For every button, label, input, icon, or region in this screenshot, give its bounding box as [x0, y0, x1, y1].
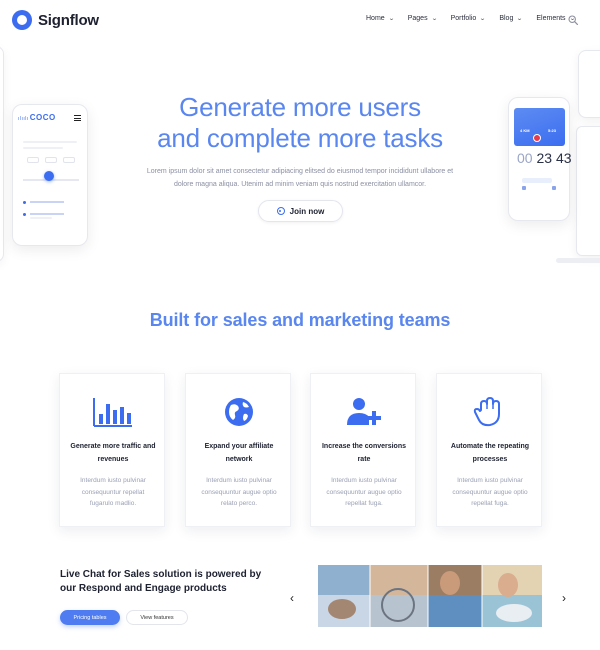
chevron-down-icon: ⌄	[516, 16, 524, 22]
chip	[63, 157, 75, 163]
feature-card-text: Interdum iusto pulvinar consequuntur rep…	[80, 477, 146, 507]
brand-name: Signflow	[38, 11, 99, 29]
logo-icon	[12, 10, 32, 30]
nav-item-blog[interactable]: Blog ⌄	[499, 15, 524, 22]
hand-icon	[473, 397, 500, 427]
placeholder-line	[30, 213, 64, 215]
feature-card-text: Interdum iusto pulvinar consequuntur aug…	[326, 477, 402, 507]
nav-item-home[interactable]: Home ⌄	[366, 15, 394, 22]
chevron-down-icon: ⌄	[479, 16, 487, 22]
feature-card-text: Interdum iusto pulvinar consequuntur aug…	[201, 477, 277, 507]
chip	[45, 157, 57, 163]
chevron-down-icon: ⌄	[387, 16, 395, 22]
nav-item-pages[interactable]: Pages ⌄	[407, 15, 438, 22]
feature-card-conversions: Increase the conversions rate Interdum i…	[310, 373, 416, 527]
search-icon[interactable]	[568, 15, 578, 25]
bullet-dot	[23, 201, 26, 204]
chevron-down-icon: ⌄	[430, 16, 438, 22]
pricing-tables-button[interactable]: Pricing tables	[60, 610, 120, 625]
feature-card-title: Increase the conversions rate	[321, 443, 407, 463]
bullet-dot	[23, 213, 26, 216]
carousel-next-arrow[interactable]: ›	[562, 591, 566, 605]
globe-icon	[225, 398, 253, 426]
gallery-collage	[318, 565, 542, 627]
hero-title: Generate more users and complete more ta…	[0, 92, 600, 154]
placeholder-line	[30, 217, 52, 219]
nav-label: Elements	[536, 15, 566, 22]
features-title: Built for sales and marketing teams	[149, 310, 451, 330]
nav-label: Blog	[499, 15, 514, 22]
site-header: Signflow Home ⌄ Pages ⌄ Portfolio ⌄ Blog ⌄ E…	[0, 0, 600, 40]
target-icon	[276, 207, 285, 215]
nav-label: Home	[366, 15, 385, 22]
laptop-base	[556, 258, 600, 263]
feature-card-text: Interdum iusto pulvinar consequuntur aug…	[452, 477, 528, 507]
add-user-icon	[347, 398, 381, 425]
carousel-prev-arrow[interactable]: ‹	[290, 591, 294, 605]
join-now-button[interactable]: Join now	[258, 200, 343, 222]
nav-label: Pages	[407, 15, 428, 22]
chip	[27, 157, 39, 163]
view-features-button[interactable]: View features	[126, 610, 188, 625]
placeholder-line	[30, 201, 64, 203]
device-mockup-left-edge	[0, 46, 4, 262]
feature-card-automate: Automate the repeating processes Interdu…	[436, 373, 542, 527]
photo-gallery	[318, 565, 542, 627]
feature-card-title: Automate the repeating processes	[450, 443, 530, 463]
bar-chart-icon	[93, 398, 132, 427]
hero-title-line: and complete more tasks	[157, 123, 443, 153]
feature-card-title: Generate more traffic and revenues	[70, 443, 156, 463]
brand-logo[interactable]: Signflow	[12, 10, 99, 30]
feature-card-title: Expand your affiliate network	[204, 443, 274, 463]
hero-title-line: Generate more users	[179, 92, 421, 122]
nav-item-portfolio[interactable]: Portfolio ⌄	[451, 15, 486, 22]
live-chat-title: Live Chat for Sales solution is powered …	[60, 569, 262, 594]
slider-knob	[44, 171, 54, 181]
phone-button	[522, 178, 552, 183]
join-now-label: Join now	[289, 206, 325, 216]
feature-card-affiliate: Expand your affiliate network Interdum i…	[185, 373, 291, 527]
main-nav: Home ⌄ Pages ⌄ Portfolio ⌄ Blog ⌄ Elements ⌄	[366, 15, 589, 22]
nav-label: Portfolio	[450, 15, 477, 22]
phone-icon-row	[520, 186, 560, 192]
hero-description: Lorem ipsum dolor sit amet consectetur a…	[146, 168, 454, 188]
feature-card-traffic: Generate more traffic and revenues Inter…	[59, 373, 165, 527]
